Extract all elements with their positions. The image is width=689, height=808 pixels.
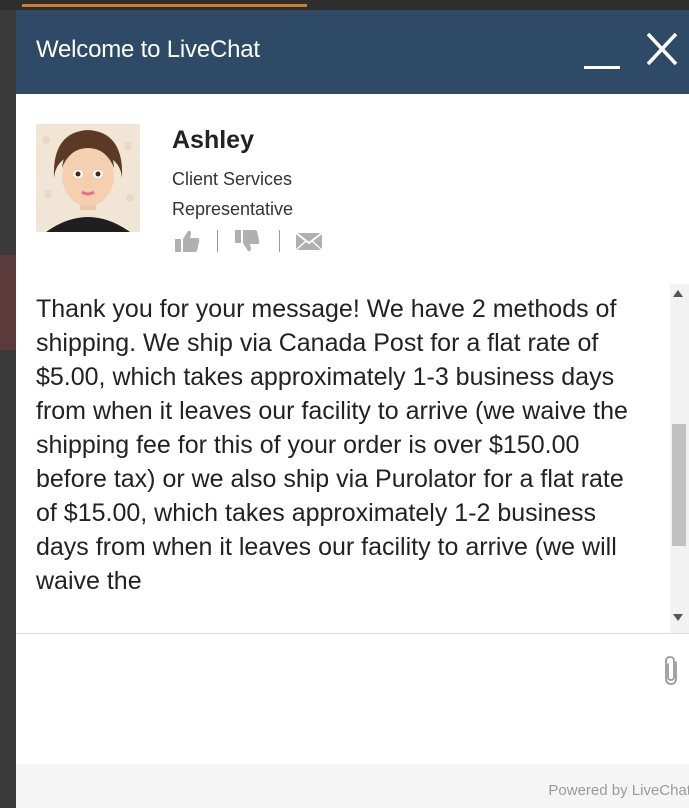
attach-file-button[interactable] (661, 654, 683, 688)
powered-by-link[interactable]: Powered by LiveChat (548, 782, 689, 799)
rate-bad-button[interactable] (232, 226, 262, 256)
minimize-button[interactable] (582, 28, 622, 72)
message-scrollbar[interactable] (670, 284, 689, 633)
chat-footer: Powered by LiveChat (16, 764, 689, 808)
close-button[interactable] (642, 30, 682, 70)
message-input[interactable] (16, 634, 646, 760)
rate-good-button[interactable] (172, 226, 202, 256)
agent-info: Ashley Client Services Representative (16, 94, 689, 284)
message-composer (16, 634, 689, 764)
rating-separator (217, 230, 218, 252)
background-page-fragment (0, 255, 16, 350)
thumbs-down-icon (235, 230, 260, 252)
rating-separator (279, 230, 280, 252)
agent-message: Thank you for your message! We have 2 me… (36, 295, 628, 595)
agent-role-line2: Representative (172, 199, 294, 219)
thumbs-up-icon (175, 230, 200, 252)
email-icon (295, 232, 323, 251)
scroll-down-arrow-icon[interactable] (673, 614, 683, 621)
avatar (36, 124, 140, 232)
agent-role-line1: Client Services (172, 169, 293, 189)
message-list[interactable]: Thank you for your message! We have 2 me… (16, 284, 689, 633)
scrollbar-thumb[interactable] (672, 424, 686, 546)
livechat-window: Welcome to LiveChat Ashley Client Servic… (16, 10, 689, 808)
chat-header[interactable]: Welcome to LiveChat (16, 10, 689, 94)
rating-controls (172, 226, 352, 256)
agent-role: Client Services Representative (172, 164, 342, 224)
background-page-accent (22, 4, 307, 7)
scroll-up-arrow-icon[interactable] (673, 290, 683, 297)
background-page-edge (0, 0, 16, 808)
paperclip-icon (665, 656, 677, 685)
background-page-top (0, 0, 689, 10)
close-icon (646, 32, 678, 66)
agent-name: Ashley (172, 126, 254, 154)
chat-title: Welcome to LiveChat (36, 36, 260, 63)
email-transcript-button[interactable] (294, 226, 324, 256)
